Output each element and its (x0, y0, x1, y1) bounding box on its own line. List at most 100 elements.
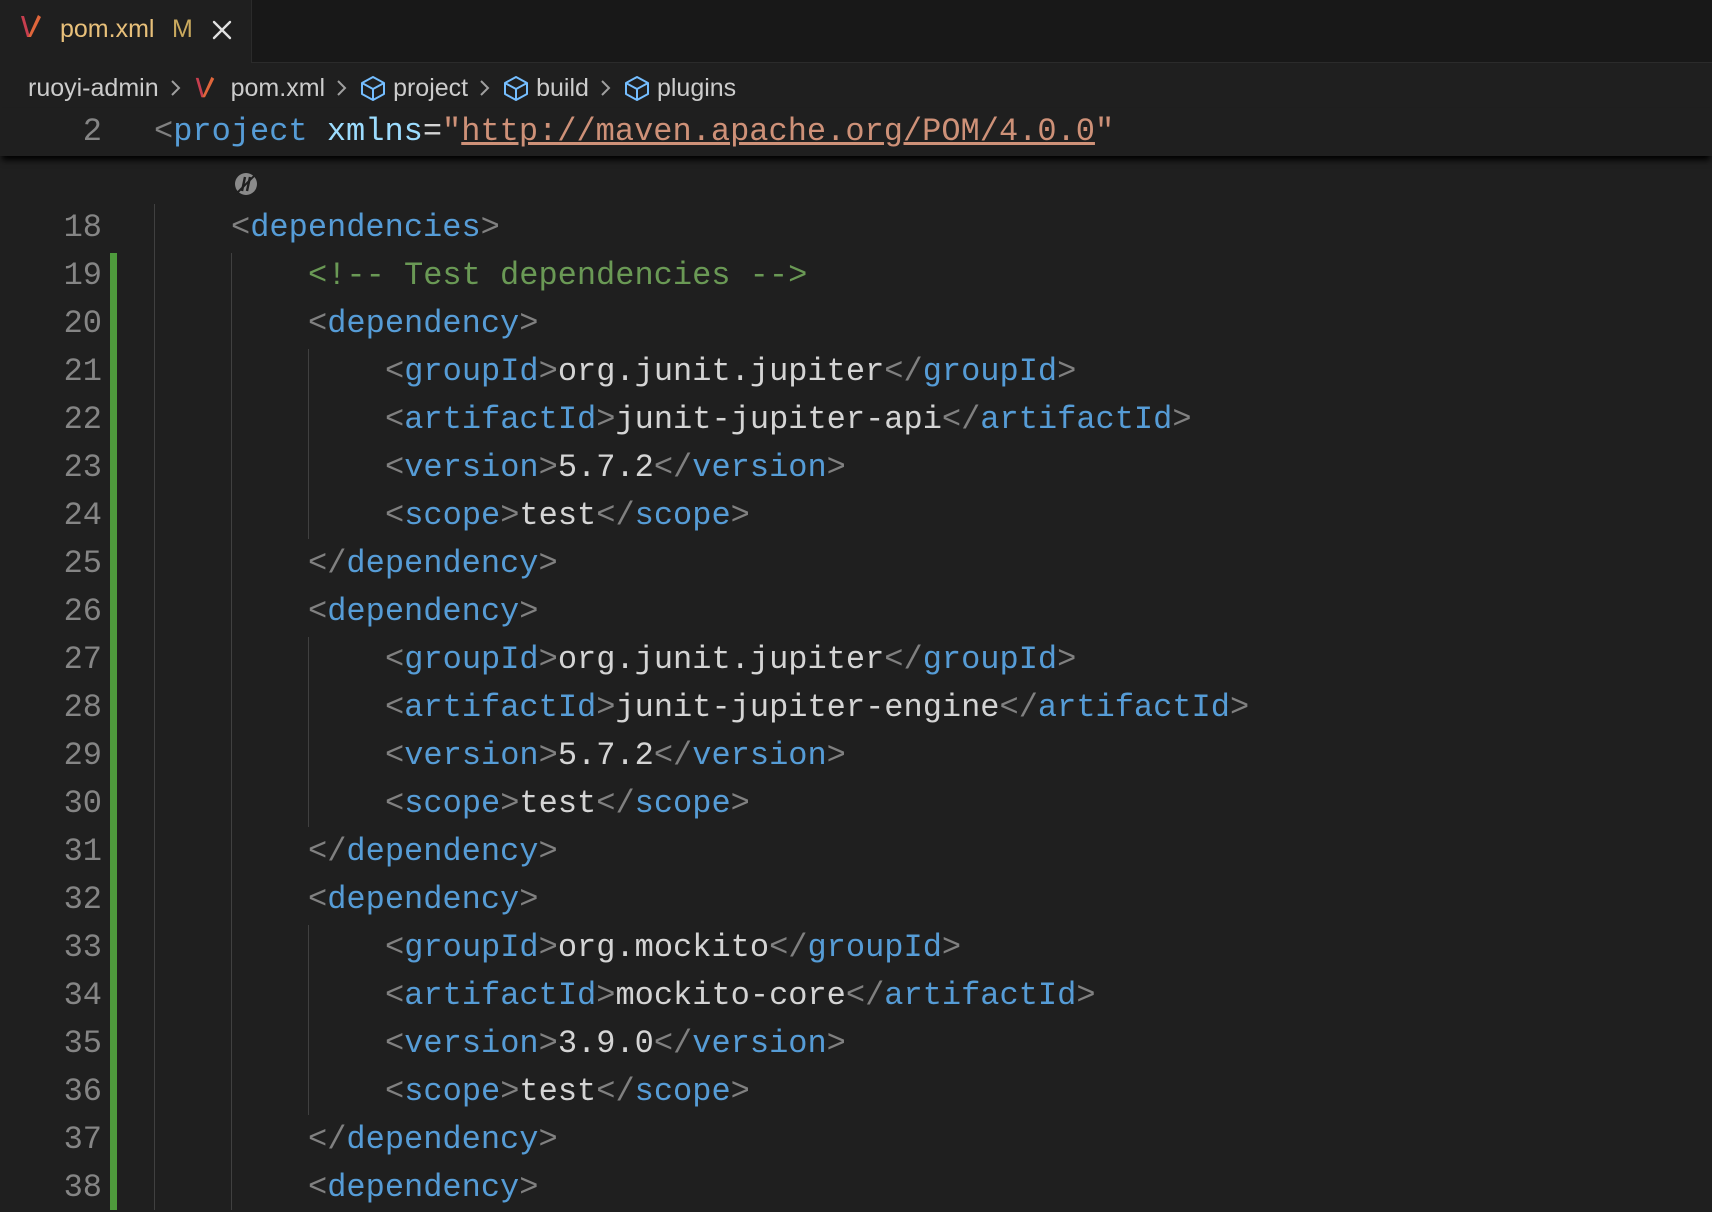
breadcrumb-item-folder[interactable]: ruoyi-admin (28, 74, 159, 103)
code-line[interactable]: <scope>test</scope> (385, 780, 750, 828)
code-token: groupId (404, 929, 539, 966)
code-token: </ (308, 1121, 347, 1158)
close-icon[interactable] (208, 16, 236, 44)
code-token: < (308, 1169, 328, 1206)
sticky-scroll-line[interactable]: 2 <project xmlns="http://maven.apache.or… (0, 108, 1712, 156)
code-token: </ (596, 785, 635, 822)
line-number: 29 (63, 737, 102, 774)
breadcrumb-item-plugins[interactable]: plugins (623, 74, 736, 103)
code-token: </ (653, 1025, 693, 1062)
line-number: 28 (63, 689, 102, 726)
line-number: 18 (63, 209, 102, 246)
code-token: < (385, 497, 405, 534)
code-token: dependency (346, 1121, 539, 1158)
code-line[interactable]: <version>5.7.2</version> (385, 732, 846, 780)
code-token: > (519, 881, 539, 918)
code-line[interactable]: </dependency> (308, 828, 558, 876)
code-token: version (692, 737, 827, 774)
line-number: 32 (63, 881, 102, 918)
code-token: > (1076, 977, 1096, 1014)
line-number: 31 (63, 833, 102, 870)
breadcrumb-label: pom.xml (230, 73, 326, 102)
code-token: </ (769, 929, 808, 966)
code-token: < (385, 785, 405, 822)
code-line[interactable]: <dependency> (308, 876, 538, 924)
breadcrumb-label: plugins (656, 73, 737, 102)
code-token: < (154, 113, 174, 150)
code-token: version (404, 449, 539, 486)
breadcrumb-label: project (393, 73, 469, 102)
code-token: > (538, 353, 558, 390)
code-token: > (1057, 641, 1077, 678)
code-token: = (422, 113, 443, 150)
code-token: scope (634, 1073, 731, 1110)
code-token: scope (404, 1073, 501, 1110)
code-token: > (538, 833, 558, 870)
code-line[interactable]: <project xmlns="http://maven.apache.org/… (154, 108, 1114, 156)
code-token: scope (404, 497, 501, 534)
code-token: < (385, 353, 405, 390)
code-token: scope (404, 785, 501, 822)
code-token: </ (308, 833, 347, 870)
code-token: < (385, 1025, 405, 1062)
code-token: < (385, 641, 405, 678)
code-token: > (519, 1169, 539, 1206)
breadcrumb-item-project[interactable]: project (359, 74, 468, 103)
code-line[interactable]: <dependency> (308, 588, 538, 636)
code-token: > (538, 1121, 558, 1158)
code-line[interactable]: <dependency> (308, 1164, 538, 1212)
line-number: 37 (63, 1121, 102, 1158)
breadcrumb-item-build[interactable]: build (502, 74, 589, 103)
code-token: test (519, 785, 597, 822)
indent-guide (154, 204, 155, 1210)
code-line[interactable]: <!-- Test dependencies --> (308, 252, 807, 300)
code-token: org.junit.jupiter (557, 353, 885, 390)
code-line[interactable]: <dependencies> (231, 204, 500, 252)
code-line[interactable]: <artifactId>junit-jupiter-api</artifactI… (385, 396, 1192, 444)
namespace-link[interactable]: http://maven.apache.org/POM/4.0.0 (461, 113, 1095, 150)
code-line[interactable]: </dependency> (308, 1116, 558, 1164)
code-token: > (538, 641, 558, 678)
code-token: 3.9.0 (557, 1025, 654, 1062)
code-token: scope (634, 497, 731, 534)
code-token: artifactId (404, 977, 597, 1014)
breadcrumb-label: build (536, 73, 589, 102)
code-token: dependency (346, 833, 539, 870)
code-line[interactable]: </dependency> (308, 540, 558, 588)
line-number: 26 (63, 593, 102, 630)
code-token: < (385, 401, 405, 438)
code-token: dependency (327, 881, 520, 918)
code-line[interactable]: <groupId>org.junit.jupiter</groupId> (385, 636, 1076, 684)
code-token: </ (999, 689, 1038, 726)
code-token: > (941, 929, 962, 966)
code-token: > (500, 1073, 520, 1110)
tab-bar: pom.xml M (0, 0, 1712, 63)
code-token: artifactId (404, 401, 597, 438)
code-token: " (442, 113, 462, 150)
chevron-right-icon (601, 80, 611, 96)
code-line[interactable]: <artifactId>junit-jupiter-engine</artifa… (385, 684, 1249, 732)
code-line[interactable]: <version>3.9.0</version> (385, 1020, 846, 1068)
code-token: < (308, 881, 328, 918)
code-line[interactable]: <groupId>org.junit.jupiter</groupId> (385, 348, 1076, 396)
breadcrumb: ruoyi-admin pom.xml project build plugin… (28, 68, 736, 108)
code-token: org.junit.jupiter (557, 641, 885, 678)
code-token: > (519, 593, 539, 630)
code-token: > (500, 497, 520, 534)
code-token: <!-- Test dependencies --> (308, 257, 808, 294)
code-line[interactable]: <scope>test</scope> (385, 492, 750, 540)
code-token: > (480, 209, 500, 246)
tab-pom-xml[interactable]: pom.xml M (0, 0, 252, 63)
codelens-icon[interactable] (232, 170, 260, 198)
code-line[interactable]: <artifactId>mockito-core</artifactId> (385, 972, 1096, 1020)
code-line[interactable]: <groupId>org.mockito</groupId> (385, 924, 961, 972)
line-number: 21 (63, 353, 102, 390)
git-modified-gutter[interactable] (110, 253, 117, 1210)
code-line[interactable]: <version>5.7.2</version> (385, 444, 846, 492)
breadcrumb-item-file[interactable]: pom.xml (193, 74, 325, 103)
code-line[interactable]: <scope>test</scope> (385, 1068, 750, 1116)
code-line[interactable]: <dependency> (308, 300, 538, 348)
code-token: </ (596, 497, 635, 534)
code-token: </ (941, 401, 981, 438)
line-number: 2 (82, 113, 102, 150)
